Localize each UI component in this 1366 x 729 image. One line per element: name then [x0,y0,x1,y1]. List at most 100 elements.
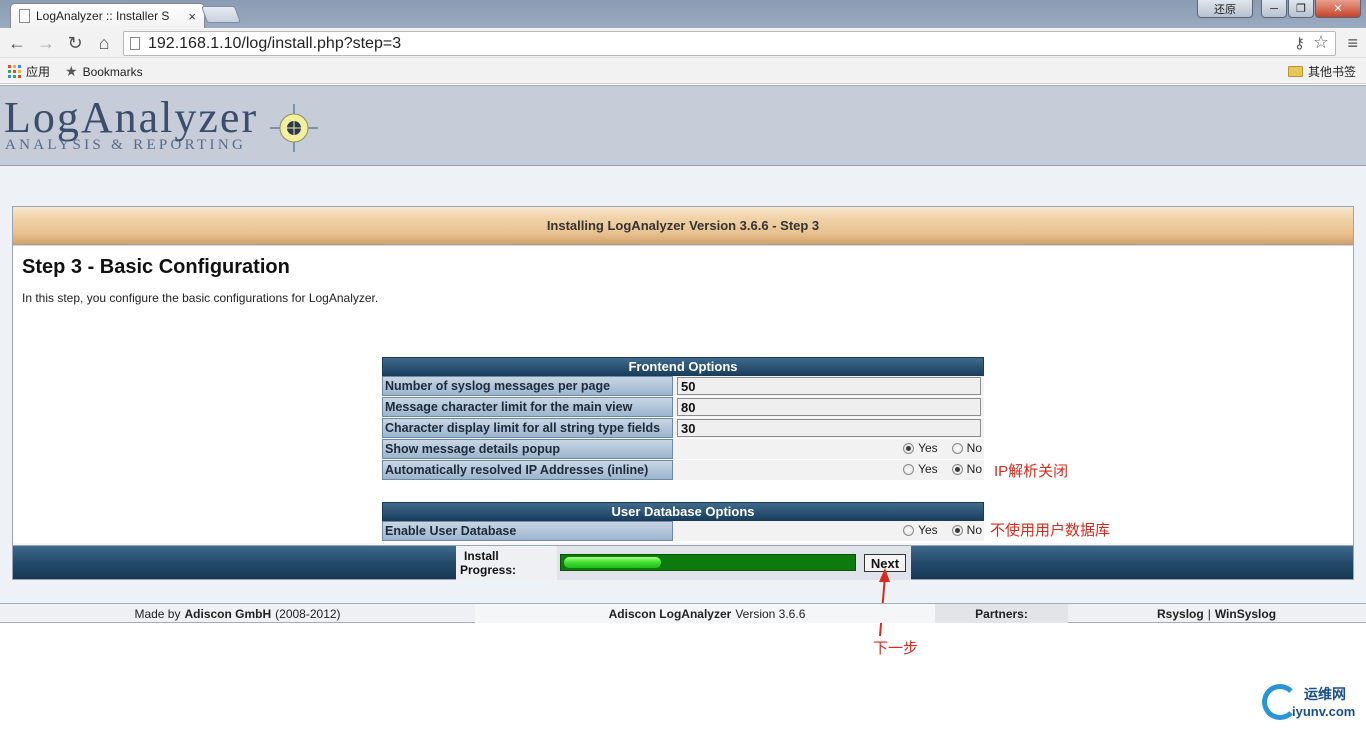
progress-track [560,554,856,571]
url-text[interactable]: 192.168.1.10/log/install.php?step=3 [148,35,401,53]
radio-label-no: No [966,441,982,455]
apps-grid-icon [8,65,21,78]
browser-tab-strip: LogAnalyzer :: Installer S × 还原 ─ ❐ ✕ [0,0,1366,28]
option-row-char-limit-main: Message character limit for the main vie… [382,397,984,418]
option-row-char-limit-strings: Character display limit for all string t… [382,418,984,439]
user-db-no-radio[interactable] [951,524,963,536]
progress-cell: Next [557,546,911,580]
address-bar[interactable]: 192.168.1.10/log/install.php?step=3 ⚷ ☆ [123,31,1336,56]
next-annotation: 下一步 [873,640,919,657]
made-by-company-link[interactable]: Adiscon GmbH [184,607,271,621]
page-info-icon [130,37,140,50]
watermark-en: iyunv.com [1292,704,1356,719]
menu-icon[interactable]: ≡ [1347,33,1358,54]
option-row-resolve-ip: Automatically resolved IP Addresses (inl… [382,460,984,481]
radio-label-yes: Yes [918,462,938,476]
option-label: Number of syslog messages per page [382,376,673,396]
watermark-cn: 运维网 [1304,686,1346,702]
made-by-prefix: Made by [134,606,181,621]
progress-label: Install Progress: [456,546,557,580]
bookmarks-bar: 应用 ★ Bookmarks 其他书签 [0,58,1366,84]
bookmarks-folder[interactable]: ★ Bookmarks [65,63,143,80]
resolve-ip-yes-radio[interactable] [903,463,915,475]
step-heading: Step 3 - Basic Configuration [22,256,290,278]
other-bookmarks-label: 其他书签 [1308,65,1357,79]
logo-subtitle: ANALYSIS & REPORTING [5,137,247,153]
step-panel: Step 3 - Basic Configuration In this ste… [13,245,1353,543]
footer-made-by: Made by Adiscon GmbH (2008-2012) [0,604,475,623]
char-limit-strings-input[interactable] [677,419,981,437]
minimize-button[interactable]: ─ [1261,0,1287,18]
site-header: LogAnalyzer ANALYSIS & REPORTING [0,85,1366,166]
apps-shortcut[interactable]: 应用 [8,63,50,80]
restore-window-button[interactable]: 还原 [1197,0,1253,18]
radio-label-yes: Yes [918,523,938,537]
star-icon: ★ [65,63,78,79]
table-spacer [382,481,984,502]
user-db-options-header: User Database Options [382,502,984,521]
details-popup-radio-group: Yes No [903,441,982,455]
frontend-options-header: Frontend Options [382,357,984,376]
details-popup-no-radio[interactable] [951,442,963,454]
install-progress-bar: Install Progress: Next [13,545,1353,580]
footer-partners-label: Partners: [935,604,1068,623]
new-tab-button[interactable] [200,6,242,23]
folder-icon [1288,66,1303,77]
crosshair-logo-icon [270,104,318,152]
radio-label-no: No [966,523,982,537]
details-popup-yes-radio[interactable] [903,442,915,454]
progress-label-line1: Install [464,549,499,563]
back-arrow-icon[interactable]: ← [6,32,28,54]
footer-partners-links: Rsyslog | WinSyslog [1153,604,1280,623]
key-icon[interactable]: ⚷ [1294,34,1305,52]
home-icon[interactable]: ⌂ [93,32,115,54]
close-window-button[interactable]: ✕ [1315,0,1361,18]
step-description: In this step, you configure the basic co… [22,291,379,305]
reload-icon[interactable]: ↻ [64,32,86,54]
maximize-button[interactable]: ❐ [1288,0,1314,18]
apps-label: 应用 [26,65,51,79]
resolve-ip-radio-group: Yes No [903,462,982,476]
tab-title: LogAnalyzer :: Installer S [36,9,170,23]
option-label: Character display limit for all string t… [382,418,673,438]
option-row-details-popup: Show message details popup Yes No [382,439,984,460]
made-by-years: (2008-2012) [275,606,341,621]
footer-product: Adiscon LogAnalyzer Version 3.6.6 [475,604,935,623]
resolve-ip-no-radio[interactable] [951,463,963,475]
other-bookmarks[interactable]: 其他书签 [1288,63,1356,80]
option-label: Automatically resolved IP Addresses (inl… [382,460,673,480]
radio-label-no: No [966,462,982,476]
install-title: Installing LogAnalyzer Version 3.6.6 - S… [13,207,1353,245]
option-label: Show message details popup [382,439,673,459]
product-version: Version 3.6.6 [735,606,806,621]
progress-fill [564,557,662,568]
rsyslog-link[interactable]: Rsyslog [1157,607,1204,621]
options-table: Frontend Options Number of syslog messag… [382,357,984,542]
bookmark-star-icon[interactable]: ☆ [1313,32,1329,53]
option-label: Enable User Database [382,521,673,541]
progress-label-line2: Progress: [460,563,517,577]
browser-tab-active[interactable]: LogAnalyzer :: Installer S × [10,3,205,28]
radio-label-yes: Yes [918,441,938,455]
forward-arrow-icon[interactable]: → [35,32,57,54]
product-name-link[interactable]: Adiscon LogAnalyzer [609,607,732,621]
user-db-yes-radio[interactable] [903,524,915,536]
logo-title: LogAnalyzer [4,93,259,142]
option-row-messages-per-page: Number of syslog messages per page [382,376,984,397]
bookmarks-label: Bookmarks [82,64,143,79]
partner-separator: | [1207,606,1211,621]
ip-annotation: IP解析关闭 [994,463,1069,480]
messages-per-page-input[interactable] [677,377,981,395]
page-icon [19,9,30,23]
user-db-radio-group: Yes No [903,523,982,537]
option-row-enable-user-db: Enable User Database Yes No [382,521,984,542]
option-label: Message character limit for the main vie… [382,397,673,417]
install-box: Installing LogAnalyzer Version 3.6.6 - S… [12,206,1354,580]
user-db-annotation: 不使用用户数据库 [990,522,1111,539]
browser-toolbar: ← → ↻ ⌂ 192.168.1.10/log/install.php?ste… [0,28,1366,58]
tab-close-icon[interactable]: × [188,9,196,24]
page-footer: Made by Adiscon GmbH (2008-2012) Adiscon… [0,603,1366,623]
char-limit-main-input[interactable] [677,398,981,416]
winsyslog-link[interactable]: WinSyslog [1215,607,1276,621]
watermark-logo: 运维网 iyunv.com [1262,682,1362,724]
